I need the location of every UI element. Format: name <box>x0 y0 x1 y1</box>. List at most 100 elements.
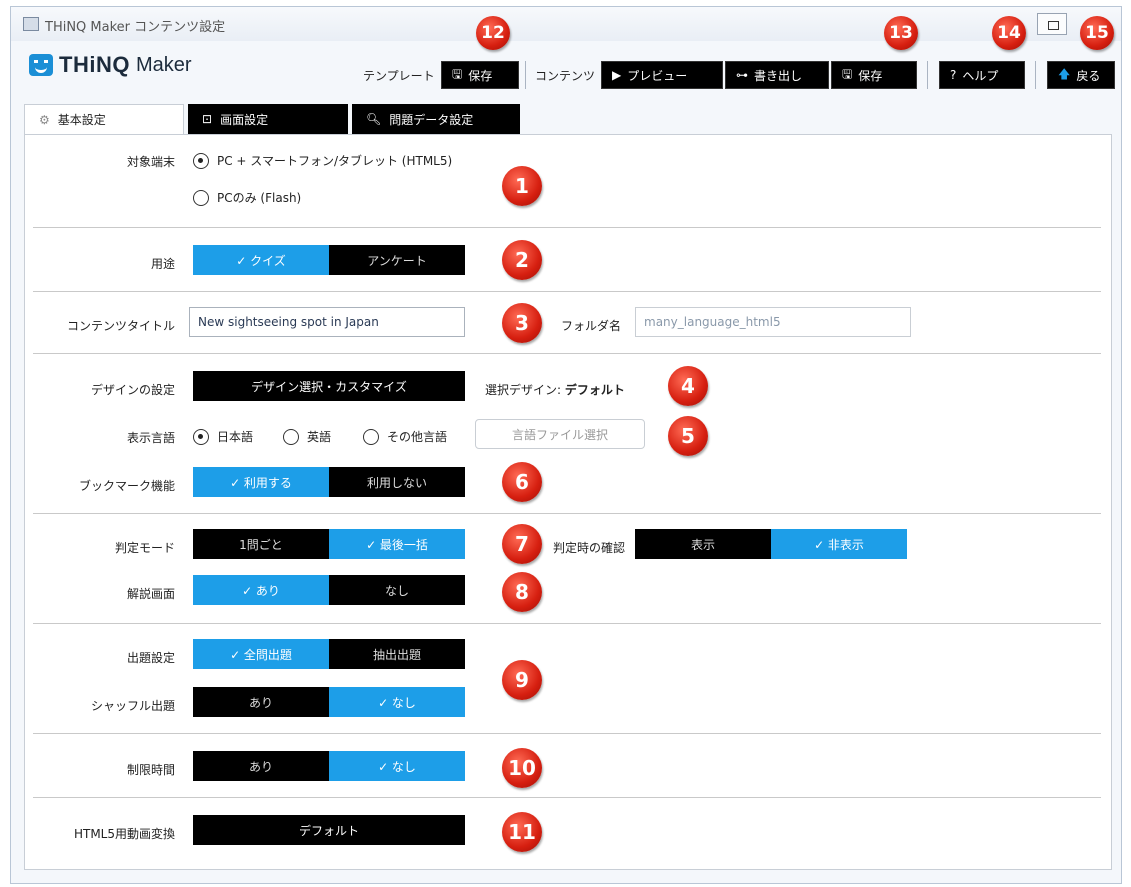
language-option-other[interactable]: その他言語 <box>363 428 447 445</box>
help-button[interactable]: ? ヘルプ <box>939 61 1025 89</box>
tab-question-data-settings[interactable]: 🔍︎ 問題データ設定 <box>352 104 520 134</box>
preview-button[interactable]: ▶ プレビュー <box>601 61 723 89</box>
shuffle-label: シャッフル出題 <box>90 699 175 713</box>
usage-toggle: ✓ クイズ アンケート <box>193 245 465 275</box>
target-option-flash[interactable]: PCのみ (Flash) <box>193 189 301 206</box>
callout-badge-6: 6 <box>502 462 542 502</box>
callout-badge-13: 13 <box>884 16 918 50</box>
callout-badge-5: 5 <box>668 416 708 456</box>
callout-badge-8: 8 <box>502 572 542 612</box>
radio-button[interactable] <box>193 189 209 206</box>
settings-panel: 対象端末 PC + スマートフォン/タブレット (HTML5) PCのみ (Fl… <box>24 134 1112 870</box>
judge-mode-toggle: 1問ごと ✓ 最後一括 <box>193 529 465 559</box>
target-option-html5[interactable]: PC + スマートフォン/タブレット (HTML5) <box>193 152 452 169</box>
divider <box>927 61 928 89</box>
judge-mode-label: 判定モード <box>114 541 175 555</box>
video-convert-label: HTML5用動画変換 <box>73 827 175 841</box>
judge-confirm-hide-option[interactable]: ✓ 非表示 <box>771 529 907 559</box>
design-select-button[interactable]: デザイン選択・カスタマイズ <box>193 371 465 401</box>
export-label: 書き出し <box>754 68 803 83</box>
bookmark-use-option[interactable]: ✓ 利用する <box>193 467 329 497</box>
shuffle-yes-option[interactable]: あり <box>193 687 329 717</box>
radio-button[interactable] <box>283 428 299 445</box>
bookmark-nouse-option[interactable]: 利用しない <box>329 467 465 497</box>
folder-name-input[interactable]: many_language_html5 <box>635 307 911 337</box>
template-save-label: 保存 <box>468 68 493 83</box>
judge-confirm-show-option[interactable]: 表示 <box>635 529 771 559</box>
callout-badge-3: 3 <box>502 303 542 343</box>
help-label: ヘルプ <box>962 68 999 83</box>
tab-label: 問題データ設定 <box>389 112 474 127</box>
template-label: テンプレート <box>363 69 435 83</box>
template-save-button[interactable]: 🖫 保存 <box>441 61 519 89</box>
callout-badge-1: 1 <box>502 166 542 206</box>
judge-each-option[interactable]: 1問ごと <box>193 529 329 559</box>
shuffle-no-option[interactable]: ✓ なし <box>329 687 465 717</box>
restore-button[interactable] <box>1037 13 1067 35</box>
app-icon <box>23 17 39 31</box>
content-title-label: コンテンツタイトル <box>66 319 175 333</box>
tab-label: 基本設定 <box>57 113 106 127</box>
callout-badge-14: 14 <box>992 16 1026 50</box>
question-extract-option[interactable]: 抽出出題 <box>329 639 465 669</box>
video-convert-button[interactable]: デフォルト <box>193 815 465 845</box>
radio-label: 日本語 <box>217 430 254 444</box>
question-all-option[interactable]: ✓ 全問出題 <box>193 639 329 669</box>
shuffle-toggle: あり ✓ なし <box>193 687 465 717</box>
language-option-english[interactable]: 英語 <box>283 428 331 445</box>
tab-label: 画面設定 <box>220 112 269 127</box>
language-file-select-button[interactable]: 言語ファイル選択 <box>475 419 645 449</box>
callout-badge-12: 12 <box>476 16 510 50</box>
explanation-yes-option[interactable]: ✓ あり <box>193 575 329 605</box>
tab-screen-settings[interactable]: ⊡ 画面設定 <box>188 104 348 134</box>
radio-label: PCのみ (Flash) <box>217 191 302 205</box>
radio-label: その他言語 <box>387 430 448 444</box>
radio-button[interactable] <box>193 428 209 445</box>
divider <box>1035 61 1036 89</box>
content-title-input[interactable]: New sightseeing spot in Japan <box>189 307 465 337</box>
question-mode-toggle: ✓ 全問出題 抽出出題 <box>193 639 465 669</box>
divider <box>33 797 1101 798</box>
callout-badge-11: 11 <box>502 812 542 852</box>
callout-badge-2: 2 <box>502 240 542 280</box>
callout-badge-15: 15 <box>1080 16 1114 50</box>
logo: THiNQ Maker <box>29 51 192 79</box>
divider <box>33 733 1101 734</box>
judge-all-option[interactable]: ✓ 最後一括 <box>329 529 465 559</box>
app-header: THiNQ Maker テンプレート 🖫 保存 コンテンツ ▶ プレビュー ⊶ … <box>11 41 1121 89</box>
explanation-toggle: ✓ あり なし <box>193 575 465 605</box>
save-icon: 🖫 <box>452 66 463 81</box>
time-limit-label: 制限時間 <box>126 763 175 777</box>
radio-label: PC + スマートフォン/タブレット (HTML5) <box>217 154 453 168</box>
up-arrow-icon: 🡅 <box>1058 66 1071 81</box>
content-label: コンテンツ <box>535 69 596 83</box>
export-button[interactable]: ⊶ 書き出し <box>725 61 829 89</box>
back-button[interactable]: 🡅 戻る <box>1047 61 1115 89</box>
logo-icon <box>29 54 53 76</box>
language-label: 表示言語 <box>126 431 175 445</box>
usage-quiz-option[interactable]: ✓ クイズ <box>193 245 329 275</box>
save-button[interactable]: 🖫 保存 <box>831 61 917 89</box>
question-mode-label: 出題設定 <box>126 651 175 665</box>
preview-label: プレビュー <box>627 68 688 83</box>
back-label: 戻る <box>1076 68 1101 83</box>
callout-badge-9: 9 <box>502 660 542 700</box>
usage-survey-option[interactable]: アンケート <box>329 245 465 275</box>
language-option-japanese[interactable]: 日本語 <box>193 428 253 445</box>
selected-design-value: デフォルト <box>564 383 625 397</box>
divider <box>33 291 1101 292</box>
divider <box>525 61 526 89</box>
divider <box>33 513 1101 514</box>
time-limit-no-option[interactable]: ✓ なし <box>329 751 465 781</box>
radio-button[interactable] <box>193 152 209 169</box>
radio-button[interactable] <box>363 428 379 445</box>
logo-main: THiNQ <box>59 52 130 77</box>
design-select-button-wrap: デザイン選択・カスタマイズ <box>193 371 465 401</box>
tab-basic-settings[interactable]: ⚙ 基本設定 <box>24 104 184 134</box>
callout-badge-10: 10 <box>502 748 542 788</box>
time-limit-yes-option[interactable]: あり <box>193 751 329 781</box>
callout-badge-7: 7 <box>502 524 542 564</box>
explanation-no-option[interactable]: なし <box>329 575 465 605</box>
help-icon: ? <box>950 68 957 82</box>
video-convert-wrap: デフォルト <box>193 815 465 845</box>
